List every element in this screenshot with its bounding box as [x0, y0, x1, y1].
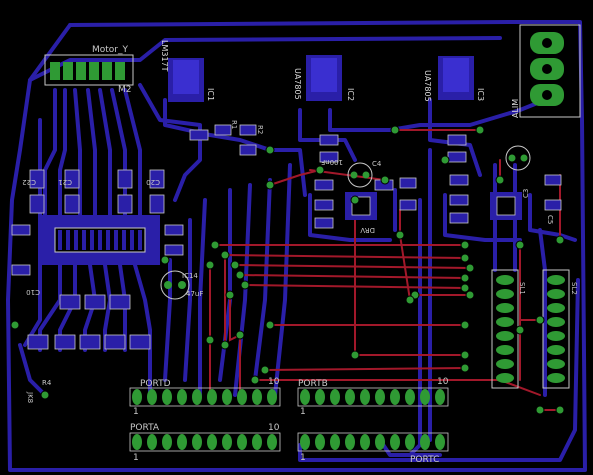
- c3-label: C3: [522, 189, 530, 198]
- r4-label: R4: [42, 379, 52, 387]
- c20-label: C20: [146, 178, 160, 186]
- porta-pin1: 1: [133, 453, 139, 463]
- alim-label: ALIM: [511, 99, 520, 118]
- motor-y-label: Motor_Y: [92, 45, 129, 55]
- ic2-part-label: UA7805: [293, 68, 302, 100]
- ic1-part-label: LM317T: [160, 40, 169, 72]
- c5-label: C5: [546, 215, 554, 224]
- portd-pin10: 10: [268, 377, 280, 387]
- ic3-part-label: UA7805: [423, 70, 432, 102]
- portc-label: PORTC: [410, 455, 439, 465]
- portc-pin1: 1: [300, 453, 306, 463]
- portb-label: PORTB: [298, 379, 328, 389]
- cap-47uf-label: 47uF: [186, 290, 203, 298]
- main-driver-ic: [40, 215, 160, 265]
- drv-left-label: DRV: [360, 226, 375, 234]
- m2-label: M2: [118, 85, 132, 95]
- c22-label: C22: [22, 178, 36, 186]
- r1-label: R1: [230, 120, 238, 129]
- portd-pin1: 1: [133, 407, 139, 417]
- r2-label: R2: [256, 125, 264, 134]
- ic2-ref-label: IC2: [346, 88, 355, 101]
- c4-label: C4: [372, 160, 382, 168]
- sl1-label: SL1: [518, 282, 526, 295]
- jk8-label: JK8: [26, 391, 34, 403]
- driver-chip-right: [490, 192, 522, 220]
- ic14-label: IC14: [182, 272, 198, 280]
- porta-pin10: 10: [268, 423, 280, 433]
- c100nf-label: 100nF: [321, 158, 343, 166]
- portd-label: PORTD: [140, 379, 171, 389]
- portb-pin1: 1: [300, 407, 306, 417]
- c21-label: C21: [58, 178, 72, 186]
- ic1-ref-label: IC1: [206, 88, 215, 101]
- ic3-ref-label: IC3: [476, 88, 485, 101]
- c10-label: C10: [26, 288, 40, 296]
- portb-pin10: 10: [437, 377, 449, 387]
- sl2-label: SL2: [570, 282, 578, 295]
- pcb-layout-diagram: LM317T IC1 UA7805 IC2 UA7805 IC3 ALIM Mo…: [0, 0, 593, 475]
- porta-label: PORTA: [130, 423, 160, 433]
